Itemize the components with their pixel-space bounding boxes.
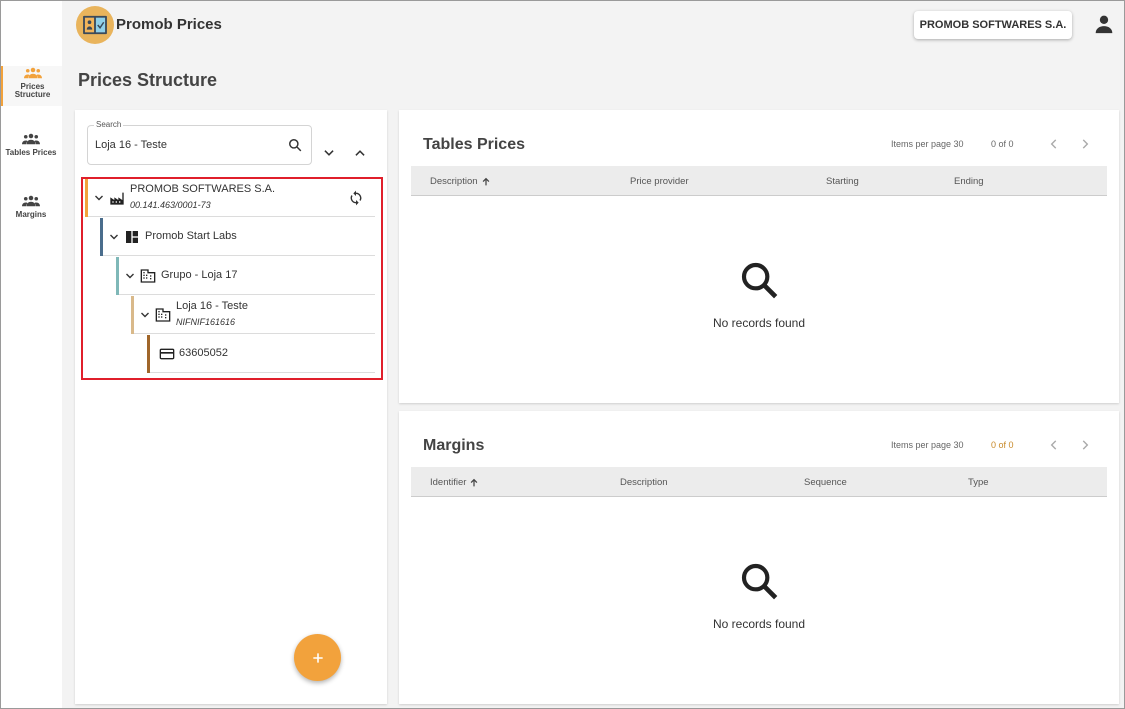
people-icon [22, 195, 40, 207]
column-header-price-provider[interactable]: Price provider [630, 176, 689, 187]
chevron-right-icon[interactable] [1078, 137, 1092, 151]
sidebar-item-label: Margins [15, 210, 47, 219]
margins-panel: Margins Items per page 30 0 of 0 Identif… [399, 411, 1119, 704]
column-header-sequence[interactable]: Sequence [804, 477, 847, 488]
chevron-right-icon[interactable] [1078, 438, 1092, 452]
plus-icon [312, 652, 323, 663]
app-logo-icon [83, 15, 107, 35]
people-icon [23, 67, 42, 79]
tree-node-store[interactable]: Loja 16 - Teste NIFNIF161616 [131, 296, 375, 334]
panel-title: Tables Prices [423, 136, 525, 153]
column-header-identifier[interactable]: Identifier [430, 477, 479, 488]
search-input[interactable] [95, 139, 275, 151]
card-icon [159, 348, 175, 360]
tree-node-name: Promob Start Labs [145, 230, 237, 242]
app-title: Promob Prices [116, 16, 222, 33]
sidebar-item-prices-structure[interactable]: Prices Structure [0, 66, 62, 106]
column-header-description[interactable]: Description [620, 477, 668, 488]
arrow-up-icon [482, 177, 489, 185]
search-icon [741, 563, 778, 600]
app-header: Promob Prices PROMOB SOFTWARES S.A. [62, 0, 1125, 48]
user-account-icon[interactable] [1094, 14, 1114, 34]
building-icon [155, 308, 171, 322]
tree-node-business-unit[interactable]: Promob Start Labs [100, 218, 375, 256]
tree-node-name: Grupo - Loja 17 [161, 269, 238, 281]
search-label: Search [94, 120, 124, 129]
dashboard-icon [126, 231, 138, 243]
column-header-label: Identifier [430, 477, 467, 488]
column-header-type[interactable]: Type [968, 477, 989, 488]
building-icon [140, 269, 156, 283]
arrow-up-icon [471, 478, 478, 486]
column-header-description[interactable]: Description [430, 176, 491, 187]
empty-state-text: No records found [712, 617, 806, 631]
add-button[interactable] [294, 634, 341, 681]
tree-node-name: Loja 16 - Teste [176, 300, 248, 312]
table-header: Identifier Description Sequence Type [411, 467, 1107, 497]
structure-panel: Search PROMOB SOFTWARES S.A. 00.141.463/… [75, 110, 387, 704]
column-header-starting[interactable]: Starting [826, 176, 859, 187]
tree-node-group[interactable]: Grupo - Loja 17 [116, 257, 375, 295]
tree-node-terminal[interactable]: 63605052 [147, 335, 375, 373]
sync-icon[interactable] [348, 190, 364, 206]
empty-state-text: No records found [712, 316, 806, 330]
sidebar-item-label: Tables Prices [5, 148, 57, 157]
page-count: 0 of 0 [991, 440, 1014, 450]
tree-node-company[interactable]: PROMOB SOFTWARES S.A. 00.141.463/0001-73 [85, 179, 375, 217]
tree-node-document: 00.141.463/0001-73 [130, 200, 211, 210]
sidebar-item-tables-prices[interactable]: Tables Prices [0, 132, 62, 172]
tree-level-bar [147, 335, 150, 373]
people-icon [22, 133, 40, 145]
sidebar-item-margins[interactable]: Margins [0, 194, 62, 234]
chevron-left-icon[interactable] [1047, 137, 1061, 151]
search-icon [741, 262, 778, 299]
tables-prices-panel: Tables Prices Items per page 30 0 of 0 D… [399, 110, 1119, 403]
tree-level-bar [116, 257, 119, 295]
panel-title: Margins [423, 437, 485, 454]
chevron-down-icon[interactable] [93, 192, 105, 204]
sidebar: Prices Structure Tables Prices Margins [0, 0, 62, 709]
items-per-page-selector[interactable]: Items per page 30 [891, 139, 964, 149]
tree-node-name: 63605052 [179, 347, 228, 359]
page-title: Prices Structure [78, 70, 218, 90]
collapse-all-chevron-down-icon[interactable] [322, 146, 336, 160]
app-logo[interactable] [76, 6, 114, 44]
page-count: 0 of 0 [991, 139, 1014, 149]
tree-level-bar [100, 218, 103, 256]
column-header-label: Description [430, 176, 478, 187]
column-header-ending[interactable]: Ending [954, 176, 984, 187]
tree-level-bar [131, 296, 134, 334]
chevron-down-icon[interactable] [139, 309, 151, 321]
chevron-down-icon[interactable] [124, 270, 136, 282]
items-per-page-selector[interactable]: Items per page 30 [891, 440, 964, 450]
search-icon[interactable] [288, 138, 302, 152]
structure-tree: PROMOB SOFTWARES S.A. 00.141.463/0001-73… [81, 177, 383, 380]
tree-node-document: NIFNIF161616 [176, 317, 236, 327]
company-selector-button[interactable]: PROMOB SOFTWARES S.A. [914, 11, 1072, 39]
search-field[interactable]: Search [87, 120, 312, 165]
chevron-left-icon[interactable] [1047, 438, 1061, 452]
factory-icon [110, 192, 124, 205]
sidebar-item-label: Prices Structure [14, 82, 51, 99]
tree-node-name: PROMOB SOFTWARES S.A. [130, 183, 276, 195]
table-header: Description Price provider Starting Endi… [411, 166, 1107, 196]
tree-level-bar [85, 179, 88, 217]
expand-all-chevron-up-icon[interactable] [353, 146, 367, 160]
chevron-down-icon[interactable] [108, 231, 120, 243]
